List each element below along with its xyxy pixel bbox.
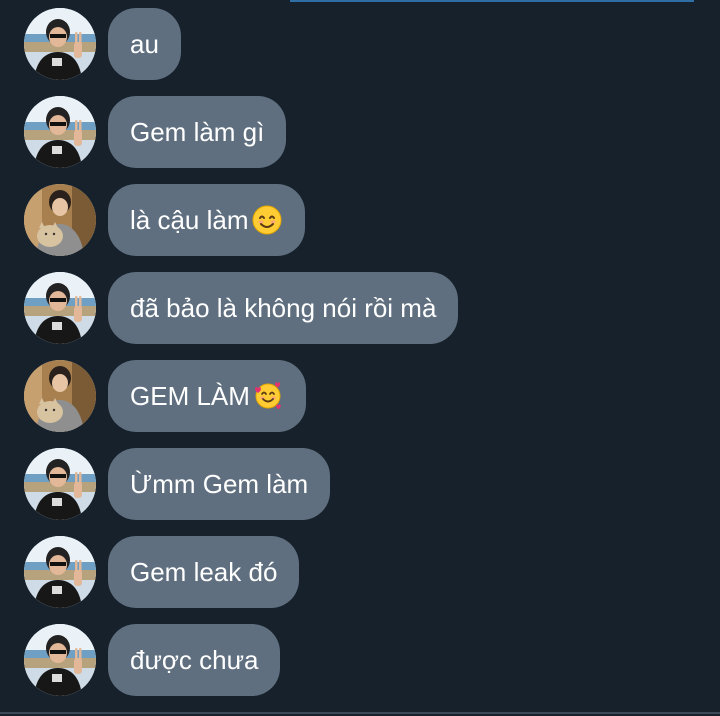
message-text: đã bảo là không nói rồi mà [130,293,437,323]
message-row: được chưa [0,624,720,696]
message-text: au [130,29,159,59]
top-accent-line [290,0,694,2]
message-bubble[interactable]: được chưa [108,624,281,696]
boy-peace-sign-avatar-icon[interactable] [24,272,96,344]
message-text: GEM LÀM [130,381,250,411]
message-bubble[interactable]: Ừmm Gem làm [108,448,331,520]
message-text: Gem leak đó [130,557,278,587]
bottom-divider [0,712,720,714]
message-bubble[interactable]: Gem làm gì [108,96,287,168]
message-text: Ừmm Gem làm [130,469,309,499]
boy-with-cat-avatar-icon[interactable] [24,184,96,256]
message-list: au Gem làm gì là cậu làm đã bảo là không… [0,8,720,712]
boy-peace-sign-avatar-icon[interactable] [24,448,96,520]
message-bubble[interactable]: là cậu làm [108,184,305,256]
message-row: đã bảo là không nói rồi mà [0,272,720,344]
message-bubble[interactable]: Gem leak đó [108,536,300,608]
message-row: au [0,8,720,80]
boy-peace-sign-avatar-icon[interactable] [24,96,96,168]
message-row: GEM LÀM [0,360,720,432]
smiling-face-icon [251,204,283,236]
message-bubble[interactable]: đã bảo là không nói rồi mà [108,272,459,344]
message-text: được chưa [130,645,259,675]
smiling-face-with-hearts-icon [252,380,284,412]
message-text: Gem làm gì [130,117,265,147]
boy-peace-sign-avatar-icon[interactable] [24,536,96,608]
message-row: Gem làm gì [0,96,720,168]
boy-peace-sign-avatar-icon[interactable] [24,8,96,80]
boy-with-cat-avatar-icon[interactable] [24,360,96,432]
message-bubble[interactable]: au [108,8,181,80]
message-bubble[interactable]: GEM LÀM [108,360,306,432]
boy-peace-sign-avatar-icon[interactable] [24,624,96,696]
message-text: là cậu làm [130,205,249,235]
message-row: Ừmm Gem làm [0,448,720,520]
message-row: là cậu làm [0,184,720,256]
message-row: Gem leak đó [0,536,720,608]
